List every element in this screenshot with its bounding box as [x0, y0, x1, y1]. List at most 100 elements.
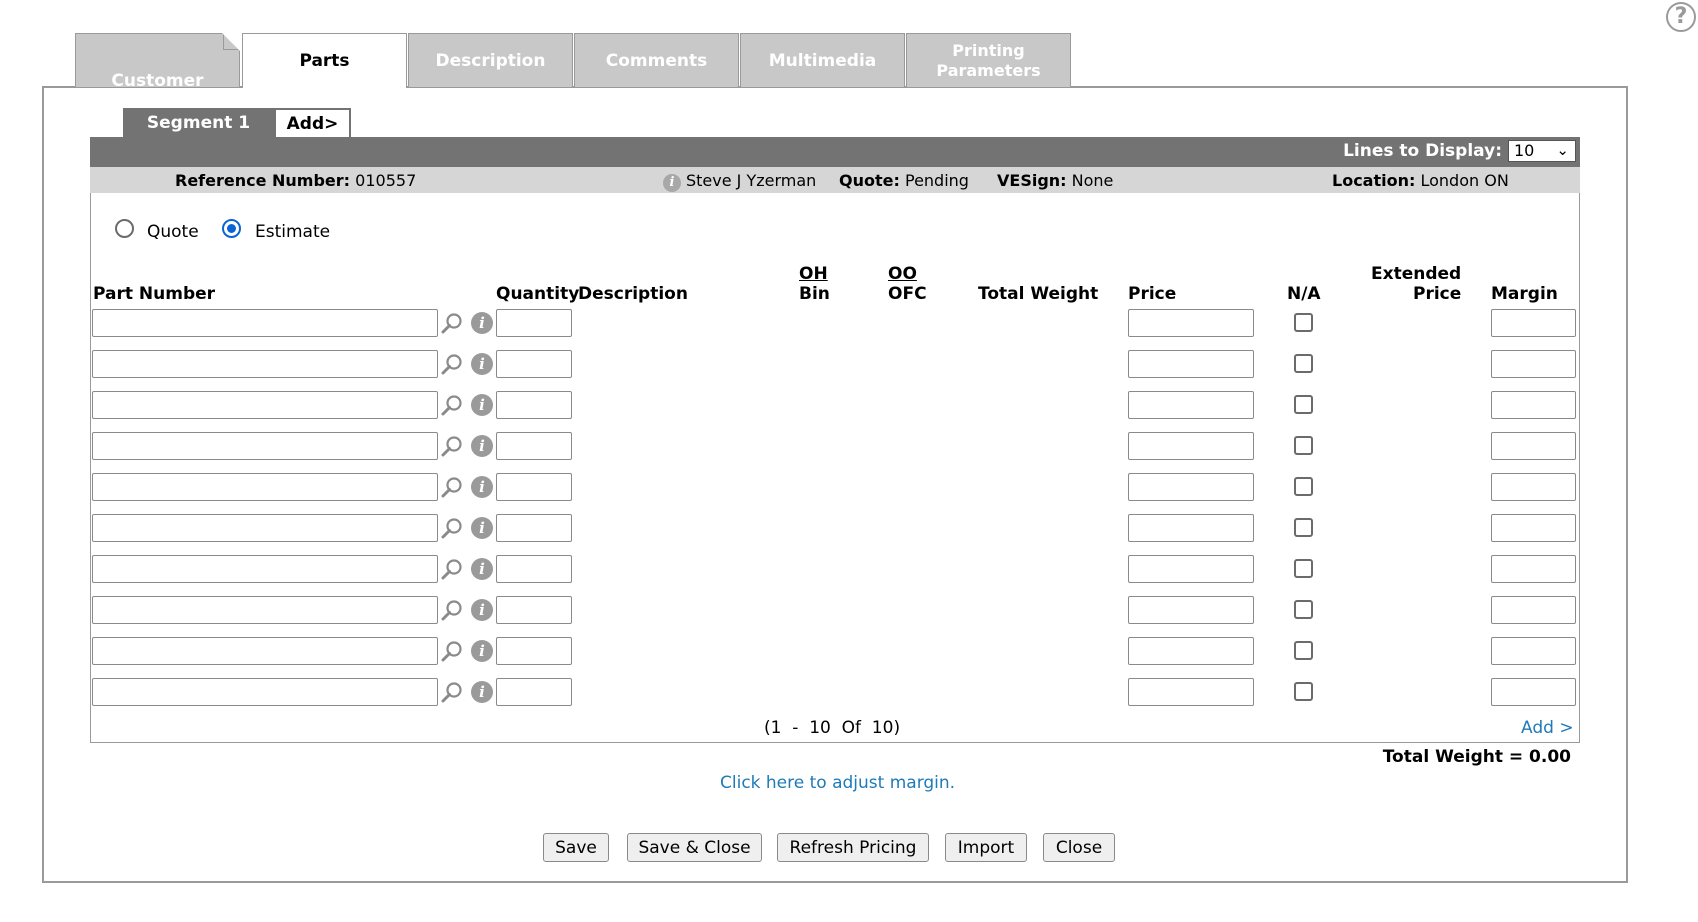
na-checkbox[interactable] — [1294, 395, 1313, 414]
tab-multimedia[interactable]: Multimedia — [740, 33, 905, 87]
part-number-input[interactable] — [92, 514, 438, 542]
help-icon[interactable]: ? — [1666, 2, 1696, 32]
part-number-input[interactable] — [92, 309, 438, 337]
na-checkbox[interactable] — [1294, 641, 1313, 660]
search-icon[interactable] — [441, 394, 463, 416]
adjust-margin-link[interactable]: Click here to adjust margin. — [720, 773, 955, 793]
part-info-icon[interactable]: i — [471, 476, 493, 498]
part-info-icon[interactable]: i — [471, 558, 493, 580]
part-info-icon[interactable]: i — [471, 435, 493, 457]
quantity-input[interactable] — [496, 678, 572, 706]
na-checkbox[interactable] — [1294, 313, 1313, 332]
refresh-pricing-button[interactable]: Refresh Pricing — [777, 833, 929, 862]
part-number-input[interactable] — [92, 391, 438, 419]
search-icon[interactable] — [441, 476, 463, 498]
col-ofc: OFC — [888, 284, 927, 304]
col-oh[interactable]: OH — [799, 264, 828, 284]
price-input[interactable] — [1128, 514, 1254, 542]
tab-segment-1[interactable]: Segment 1 — [123, 108, 274, 138]
margin-input[interactable] — [1491, 514, 1576, 542]
tab-comments[interactable]: Comments — [574, 33, 739, 87]
lines-to-display-label: Lines to Display: — [1343, 141, 1502, 161]
search-icon[interactable] — [441, 681, 463, 703]
search-icon[interactable] — [441, 435, 463, 457]
part-info-icon[interactable]: i — [471, 599, 493, 621]
na-checkbox[interactable] — [1294, 436, 1313, 455]
tab-customer[interactable]: Customer — [75, 33, 240, 91]
price-input[interactable] — [1128, 555, 1254, 583]
margin-input[interactable] — [1491, 350, 1576, 378]
margin-input[interactable] — [1491, 391, 1576, 419]
margin-input[interactable] — [1491, 473, 1576, 501]
search-icon[interactable] — [441, 599, 463, 621]
search-icon[interactable] — [441, 640, 463, 662]
lines-to-display-select[interactable]: 10 ⌄ — [1508, 140, 1576, 162]
quantity-input[interactable] — [496, 555, 572, 583]
na-checkbox[interactable] — [1294, 354, 1313, 373]
price-input[interactable] — [1128, 678, 1254, 706]
col-oo[interactable]: OO — [888, 264, 917, 284]
margin-input[interactable] — [1491, 555, 1576, 583]
margin-input[interactable] — [1491, 596, 1576, 624]
na-checkbox[interactable] — [1294, 518, 1313, 537]
location-label: Location: — [1332, 171, 1416, 190]
quantity-input[interactable] — [496, 514, 572, 542]
part-info-icon[interactable]: i — [471, 353, 493, 375]
part-info-icon[interactable]: i — [471, 640, 493, 662]
close-button[interactable]: Close — [1043, 833, 1115, 862]
part-info-icon[interactable]: i — [471, 681, 493, 703]
add-rows-link[interactable]: Add > — [1521, 718, 1574, 738]
part-number-input[interactable] — [92, 350, 438, 378]
margin-input[interactable] — [1491, 432, 1576, 460]
quantity-input[interactable] — [496, 350, 572, 378]
price-input[interactable] — [1128, 391, 1254, 419]
na-checkbox[interactable] — [1294, 477, 1313, 496]
add-segment-tab[interactable]: Add> — [274, 108, 351, 138]
part-number-input[interactable] — [92, 637, 438, 665]
part-number-input[interactable] — [92, 596, 438, 624]
part-number-input[interactable] — [92, 432, 438, 460]
margin-input[interactable] — [1491, 678, 1576, 706]
margin-input[interactable] — [1491, 309, 1576, 337]
part-info-icon[interactable]: i — [471, 394, 493, 416]
part-info-icon[interactable]: i — [471, 312, 493, 334]
save-button[interactable]: Save — [543, 833, 609, 862]
pagination: (1 - 10 Of 10) — [764, 718, 901, 738]
quantity-input[interactable] — [496, 309, 572, 337]
search-icon[interactable] — [441, 312, 463, 334]
margin-input[interactable] — [1491, 637, 1576, 665]
na-checkbox[interactable] — [1294, 559, 1313, 578]
col-na: N/A — [1287, 284, 1321, 304]
import-button[interactable]: Import — [945, 833, 1027, 862]
quantity-input[interactable] — [496, 596, 572, 624]
search-icon[interactable] — [441, 353, 463, 375]
info-icon[interactable]: i — [663, 169, 681, 192]
search-icon[interactable] — [441, 558, 463, 580]
quantity-input[interactable] — [496, 432, 572, 460]
price-input[interactable] — [1128, 309, 1254, 337]
na-checkbox[interactable] — [1294, 600, 1313, 619]
reference-number-value: 010557 — [355, 171, 417, 190]
price-input[interactable] — [1128, 637, 1254, 665]
price-input[interactable] — [1128, 432, 1254, 460]
quote-radio[interactable] — [115, 219, 134, 238]
quantity-input[interactable] — [496, 391, 572, 419]
price-input[interactable] — [1128, 350, 1254, 378]
part-number-input[interactable] — [92, 678, 438, 706]
tab-printing-parameters[interactable]: Printing Parameters — [906, 33, 1071, 87]
price-input[interactable] — [1128, 473, 1254, 501]
save-close-button[interactable]: Save & Close — [627, 833, 762, 862]
part-number-input[interactable] — [92, 473, 438, 501]
price-input[interactable] — [1128, 596, 1254, 624]
tab-description[interactable]: Description — [408, 33, 573, 87]
na-checkbox[interactable] — [1294, 682, 1313, 701]
part-info-icon[interactable]: i — [471, 517, 493, 539]
tab-parts[interactable]: Parts — [242, 33, 407, 88]
quote-status: Quote: Pending — [839, 171, 969, 190]
quantity-input[interactable] — [496, 473, 572, 501]
col-extended-price: Price — [1413, 284, 1462, 304]
part-number-input[interactable] — [92, 555, 438, 583]
quantity-input[interactable] — [496, 637, 572, 665]
estimate-radio[interactable] — [222, 219, 241, 238]
search-icon[interactable] — [441, 517, 463, 539]
